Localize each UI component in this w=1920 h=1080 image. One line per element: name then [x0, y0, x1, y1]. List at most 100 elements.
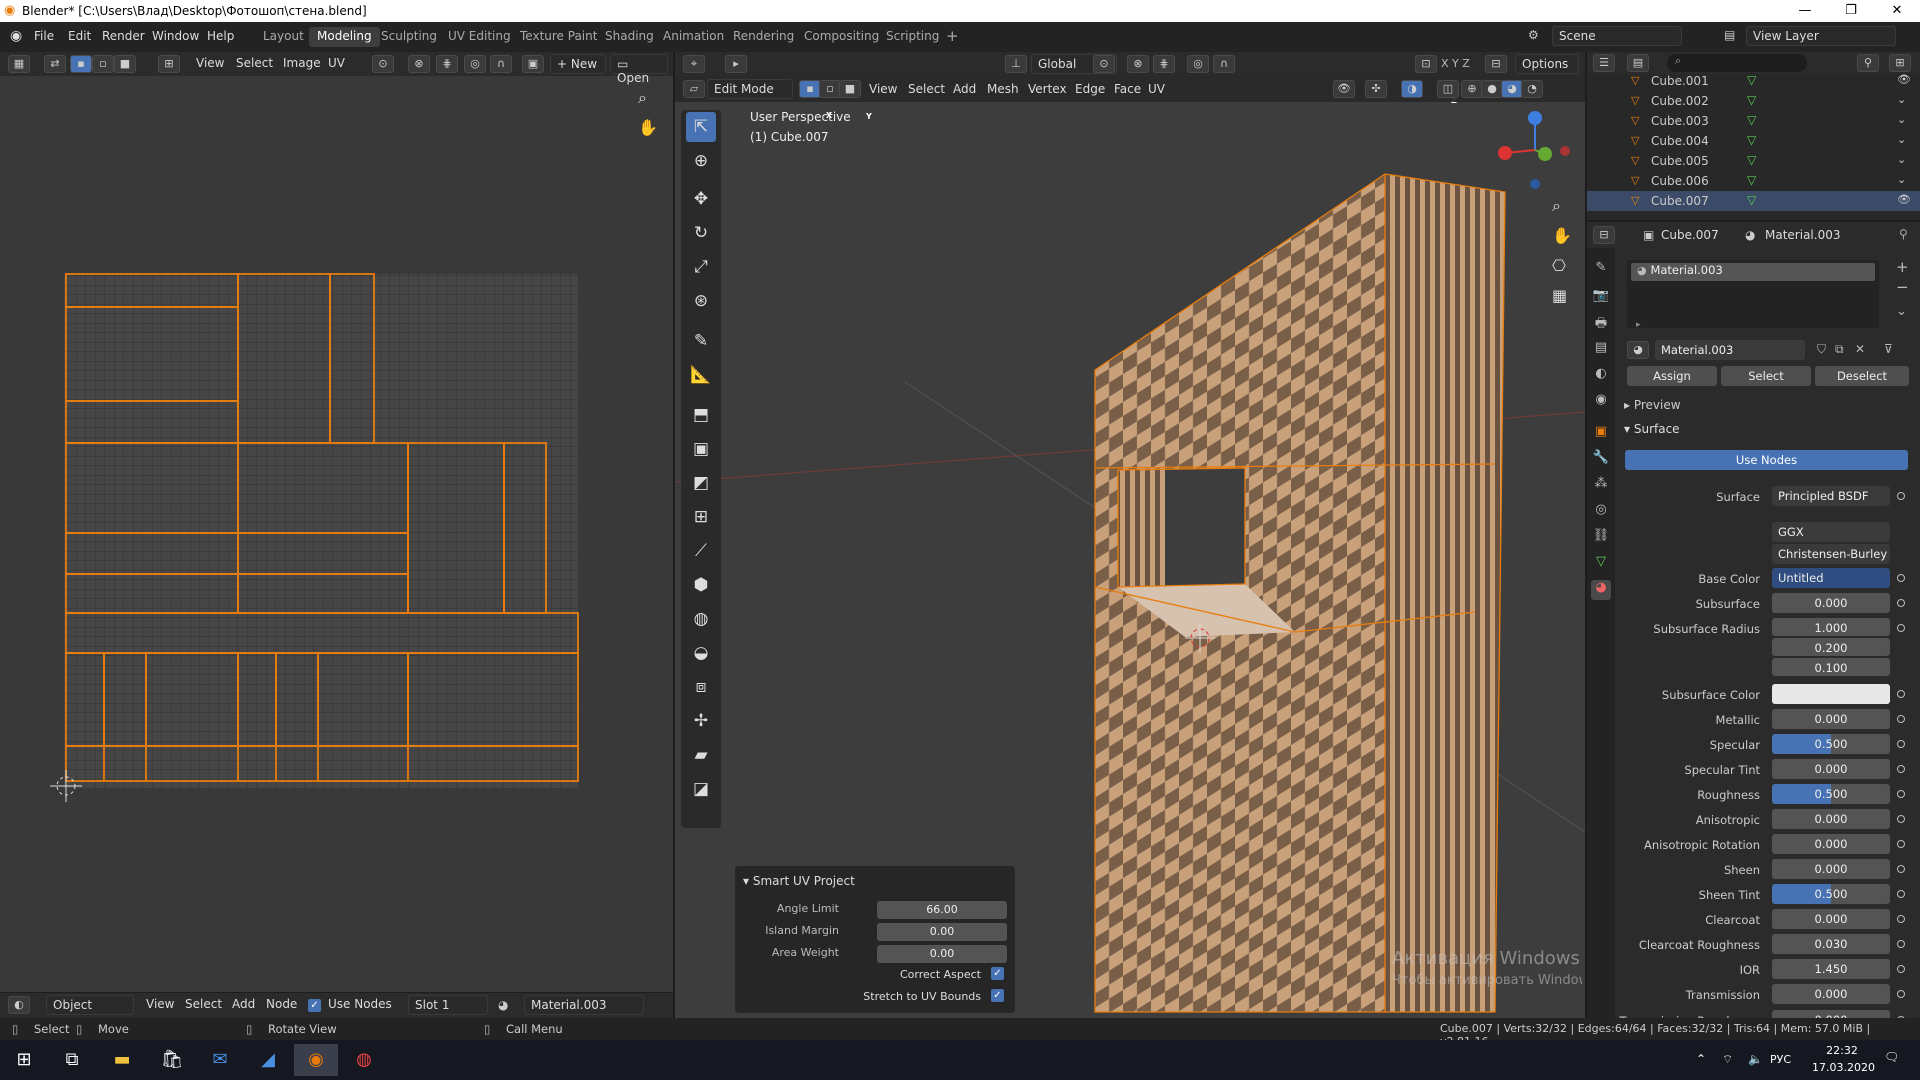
vp-menu-uv[interactable]: UV	[1148, 82, 1165, 96]
prop-value-field[interactable]: 0.000	[1772, 984, 1890, 1004]
filter-icon[interactable]: ⚲	[1857, 54, 1879, 72]
snap-icon[interactable]: ⊗	[1127, 55, 1149, 73]
sync-selection-icon[interactable]: ⇄	[44, 55, 66, 73]
select-tool-icon[interactable]: ⇱	[686, 112, 716, 142]
scale-tool-icon[interactable]: ⤢	[686, 252, 716, 282]
falloff-icon[interactable]: ∩	[490, 55, 512, 73]
surface-panel-header[interactable]: ▾ Surface	[1624, 422, 1680, 436]
vp-menu-edge[interactable]: Edge	[1075, 82, 1105, 96]
uv-menu-image[interactable]: Image	[283, 56, 321, 70]
falloff-icon[interactable]: ∩	[1213, 55, 1235, 73]
editor-type-icon[interactable]: ☰	[1593, 54, 1615, 72]
blender-menu-icon[interactable]: ◉	[10, 28, 22, 44]
slot-selector[interactable]: Slot 1	[408, 995, 488, 1015]
outliner-search-icon[interactable]: ⌕	[1667, 54, 1807, 72]
prop-value-field[interactable]	[1772, 684, 1890, 704]
task-view-icon[interactable]: ⧉	[50, 1044, 94, 1076]
prop-value-field[interactable]: 0.500	[1772, 734, 1890, 754]
tray-arrow-icon[interactable]: ⌃	[1696, 1052, 1706, 1066]
material-name-field[interactable]: Material.003	[1655, 340, 1805, 360]
add-workspace-icon[interactable]: +	[946, 27, 959, 45]
material-field[interactable]: Material.003	[524, 995, 644, 1015]
output-tab-icon[interactable]: 🖶	[1591, 314, 1611, 334]
vertex-select-icon[interactable]: ▪	[799, 80, 821, 98]
subsurface-method-dropdown[interactable]: Christensen-Burley	[1772, 544, 1890, 564]
menu-file[interactable]: File	[34, 29, 54, 43]
minimize-button[interactable]: —	[1782, 0, 1828, 22]
loop-cut-tool-icon[interactable]: ⊞	[686, 502, 716, 532]
vp-menu-mesh[interactable]: Mesh	[987, 82, 1019, 96]
solid-shading-icon[interactable]: ●	[1481, 80, 1503, 98]
smooth-tool-icon[interactable]: ◒	[686, 638, 716, 668]
socket-icon[interactable]	[1897, 890, 1905, 898]
prop-value-field[interactable]: Untitled	[1772, 568, 1890, 588]
inset-tool-icon[interactable]: ▣	[686, 434, 716, 464]
open-image-button[interactable]: ▭ Open	[610, 54, 668, 85]
store-icon[interactable]: 🛍	[150, 1044, 194, 1076]
render-tab-icon[interactable]: 📷	[1591, 288, 1611, 308]
chrome-icon[interactable]: ◍	[342, 1044, 386, 1076]
file-explorer-icon[interactable]: ▬	[100, 1044, 144, 1076]
node-menu-view[interactable]: View	[146, 997, 174, 1011]
scene-tab-icon[interactable]: ◐	[1591, 366, 1611, 386]
outliner-item[interactable]: ▽ Cube.003 ▽ ⌄	[1587, 111, 1920, 131]
edge-slide-tool-icon[interactable]: ⧈	[686, 672, 716, 702]
tab-texture-paint[interactable]: Texture Paint	[512, 27, 605, 47]
maximize-button[interactable]: ❐	[1828, 0, 1874, 22]
scene-selector[interactable]: Scene	[1552, 26, 1682, 46]
socket-icon[interactable]	[1897, 690, 1905, 698]
outliner-item[interactable]: ▽ Cube.004 ▽ ⌄	[1587, 131, 1920, 151]
modifier-tab-icon[interactable]: 🔧	[1591, 450, 1611, 470]
proportional-icon[interactable]: ◎	[1187, 55, 1209, 73]
socket-icon[interactable]	[1897, 740, 1905, 748]
material-slots[interactable]: ◕ Material.003	[1627, 260, 1879, 328]
preview-panel-header[interactable]: ▸ Preview	[1624, 398, 1681, 412]
snap-icon[interactable]: ⊗	[408, 55, 430, 73]
use-nodes-checkbox[interactable]: ✓	[308, 999, 321, 1012]
node-menu-node[interactable]: Node	[266, 997, 297, 1011]
use-nodes-button[interactable]: Use Nodes	[1625, 450, 1908, 470]
deselect-button[interactable]: Deselect	[1815, 366, 1909, 386]
mail-icon[interactable]: ✉	[198, 1044, 242, 1076]
tab-animation[interactable]: Animation	[655, 27, 732, 47]
volume-icon[interactable]: 🔈	[1748, 1052, 1763, 1066]
prop-value-field[interactable]: 0.200	[1772, 638, 1890, 656]
prop-value-field[interactable]: 0.000	[1772, 909, 1890, 929]
image-browse-icon[interactable]: ▣	[522, 55, 544, 73]
area-weight-field[interactable]: 0.00	[877, 945, 1007, 963]
vp-menu-vertex[interactable]: Vertex	[1028, 82, 1067, 96]
select-box-icon[interactable]: ▸	[725, 55, 747, 73]
outliner-item[interactable]: ▽ Cube.002 ▽ ⌄	[1587, 91, 1920, 111]
knife-tool-icon[interactable]: ⟋	[686, 536, 716, 566]
tab-layout[interactable]: Layout	[255, 27, 312, 47]
socket-icon[interactable]	[1897, 790, 1905, 798]
prop-value-field[interactable]: 0.500	[1772, 784, 1890, 804]
visibility-eye-icon[interactable]: 👁	[1897, 193, 1911, 206]
close-button[interactable]: ✕	[1874, 0, 1920, 22]
sticky-mode-icon[interactable]: ⊞	[158, 55, 180, 73]
editor-type-icon[interactable]: ▦	[8, 55, 30, 73]
data-tab-icon[interactable]: ▽	[1591, 554, 1611, 574]
material-shading-icon[interactable]: ◕	[1501, 80, 1523, 98]
object-selector[interactable]: Object	[46, 995, 134, 1015]
mirror-axes[interactable]: X Y Z	[1441, 57, 1470, 70]
prop-value-field[interactable]: 0.000	[1772, 859, 1890, 879]
outliner-item[interactable]: ▽ Cube.007 ▽ 👁	[1587, 191, 1920, 211]
language-indicator[interactable]: РУС	[1770, 1053, 1791, 1066]
rotate-tool-icon[interactable]: ↻	[686, 218, 716, 248]
socket-icon[interactable]	[1897, 940, 1905, 948]
rip-tool-icon[interactable]: ◪	[686, 774, 716, 804]
new-collection-icon[interactable]: ⊞	[1889, 54, 1911, 72]
prop-value-field[interactable]: 0.030	[1772, 934, 1890, 954]
measure-tool-icon[interactable]: 📐	[686, 360, 716, 390]
remove-slot-icon[interactable]: −	[1896, 278, 1909, 296]
assign-button[interactable]: Assign	[1627, 366, 1717, 386]
tab-compositing[interactable]: Compositing	[796, 27, 887, 47]
app-icon[interactable]: ◢	[246, 1044, 290, 1076]
distribution-dropdown[interactable]: GGX	[1772, 522, 1890, 542]
move-tool-icon[interactable]: ✥	[686, 184, 716, 214]
xray-icon[interactable]: ◫	[1437, 80, 1459, 98]
new-image-button[interactable]: + New	[550, 54, 606, 74]
annotate-tool-icon[interactable]: ✎	[686, 326, 716, 356]
editor-type-icon[interactable]: ⌖	[683, 55, 705, 73]
